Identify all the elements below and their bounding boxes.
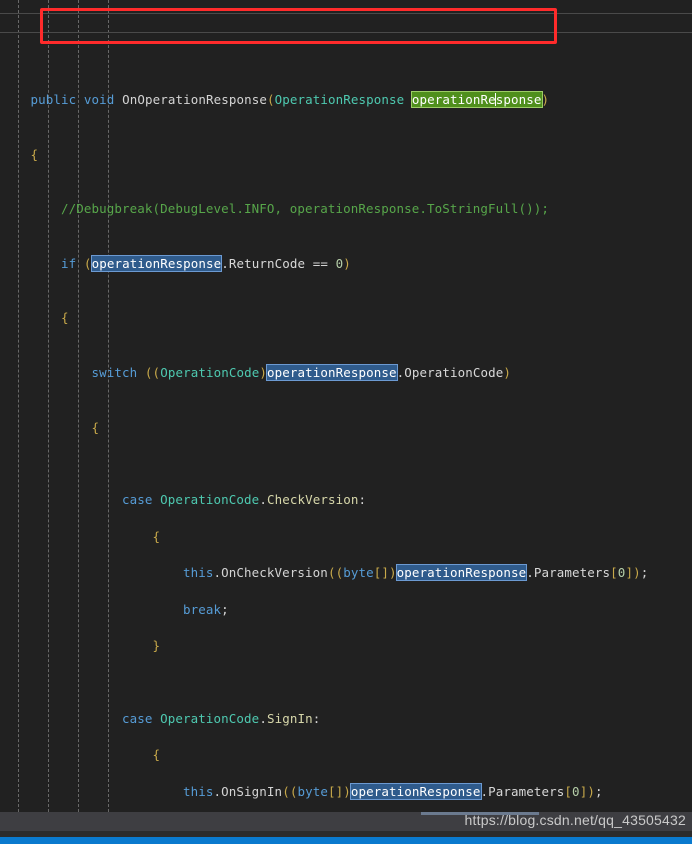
code-editor-surface[interactable]: public void OnOperationResponse(Operatio… <box>0 0 692 812</box>
code-line-break[interactable]: break; <box>0 601 692 619</box>
paren: ) <box>503 364 512 380</box>
token-keyword-this: this <box>183 783 214 799</box>
paren-close: ) <box>541 92 550 107</box>
code-line[interactable]: { <box>0 419 692 437</box>
code-line-call[interactable]: this.OnCheckVersion((byte[])operationRes… <box>0 564 692 582</box>
occurrence-highlight-operationresponse[interactable]: operationResponse <box>349 782 482 800</box>
code-line[interactable]: { <box>0 309 692 327</box>
occurrence-highlight-operationresponse[interactable]: operationResponse <box>90 254 223 272</box>
token-number-zero: 0 <box>572 783 580 799</box>
code-line[interactable]: { <box>0 146 692 164</box>
code-line-if[interactable]: if (operationResponse.ReturnCode == 0) <box>0 254 692 273</box>
token-keyword-byte: byte <box>297 783 328 799</box>
code-line-signature[interactable]: public void OnOperationResponse(Operatio… <box>0 91 692 109</box>
token-keyword-break: break <box>183 601 222 617</box>
paren: (( <box>282 783 298 799</box>
code-line-case[interactable]: case OperationCode.CheckVersion: <box>0 491 692 509</box>
code-line-call[interactable]: this.OnSignIn((byte[])operationResponse.… <box>0 782 692 801</box>
bracket: ]) <box>579 783 595 799</box>
bracket: [ <box>564 783 573 799</box>
dot: . <box>526 565 534 581</box>
semicolon: ; <box>594 783 603 799</box>
token-member-operationcode: OperationCode <box>404 364 504 380</box>
code-line[interactable] <box>0 36 692 54</box>
token-keyword-void: void <box>83 92 115 107</box>
token-handler-name: OnSignIn <box>221 783 283 799</box>
token-keyword-switch: switch <box>91 364 138 380</box>
code-line-switch[interactable]: switch ((OperationCode)operationResponse… <box>0 363 692 382</box>
code-line[interactable]: { <box>0 746 692 764</box>
paren-open: ( <box>266 92 275 107</box>
token-member-parameters: Parameters <box>488 783 565 799</box>
rename-highlight-operationresponse[interactable]: operationResponse <box>410 91 543 108</box>
semicolon: ; <box>221 601 229 617</box>
text-caret <box>495 93 497 106</box>
paren: (( <box>327 565 344 581</box>
paren: ( <box>83 255 92 271</box>
code-line-case[interactable]: case OperationCode.SignIn: <box>0 710 692 728</box>
code-line[interactable]: { <box>0 528 692 546</box>
occurrence-highlight-operationresponse[interactable]: operationResponse <box>395 564 528 582</box>
token-type-operationcode: OperationCode <box>160 710 260 726</box>
token-member-returncode: ReturnCode <box>228 255 306 271</box>
token-type-operationcode: OperationCode <box>160 364 260 380</box>
paren: (( <box>144 364 161 380</box>
horizontal-scrollbar-track[interactable] <box>0 812 421 831</box>
dot: . <box>259 492 267 508</box>
paren: ) <box>343 255 351 271</box>
code-line[interactable]: } <box>0 637 692 655</box>
token-keyword-case: case <box>122 710 153 726</box>
semicolon: ; <box>640 565 649 581</box>
token-handler-name: OnCheckVersion <box>221 565 328 581</box>
bracket: []) <box>373 565 397 581</box>
token-keyword-this: this <box>183 565 214 581</box>
token-keyword-public: public <box>30 92 77 107</box>
token-keyword-if: if <box>61 255 77 271</box>
bracket: ]) <box>625 565 641 581</box>
brace: { <box>61 310 69 326</box>
token-enum-member: CheckVersion <box>266 492 359 508</box>
token-type-operationcode: OperationCode <box>160 492 260 508</box>
watermark-text: https://blog.csdn.net/qq_43505432 <box>464 812 686 828</box>
colon: : <box>358 492 367 508</box>
code-text-layer[interactable]: public void OnOperationResponse(Operatio… <box>0 0 692 812</box>
dot: . <box>221 255 229 271</box>
token-keyword-case: case <box>122 492 153 508</box>
brace: { <box>152 528 161 544</box>
brace: { <box>91 419 100 435</box>
token-method-name: OnOperationResponse <box>122 92 267 107</box>
brace: { <box>152 747 161 763</box>
occurrence-highlight-operationresponse[interactable]: operationResponse <box>265 363 398 381</box>
brace: } <box>152 637 161 653</box>
token-type-operationresponse: OperationResponse <box>274 92 405 107</box>
paren: ) <box>259 364 267 380</box>
brace: { <box>30 146 39 162</box>
token-comment-debugbreak: //Debugbreak(DebugLevel.INFO, operationR… <box>61 201 550 217</box>
dot: . <box>480 783 489 799</box>
token-keyword-byte: byte <box>343 565 374 581</box>
token-member-parameters: Parameters <box>533 565 611 581</box>
bracket: []) <box>327 783 351 799</box>
status-bar[interactable] <box>0 837 692 844</box>
token-enum-member: SignIn <box>266 710 313 726</box>
bracket: [ <box>610 565 618 581</box>
code-line-comment[interactable]: //Debugbreak(DebugLevel.INFO, operationR… <box>0 200 692 218</box>
colon: : <box>312 710 321 726</box>
dot: . <box>259 710 267 726</box>
